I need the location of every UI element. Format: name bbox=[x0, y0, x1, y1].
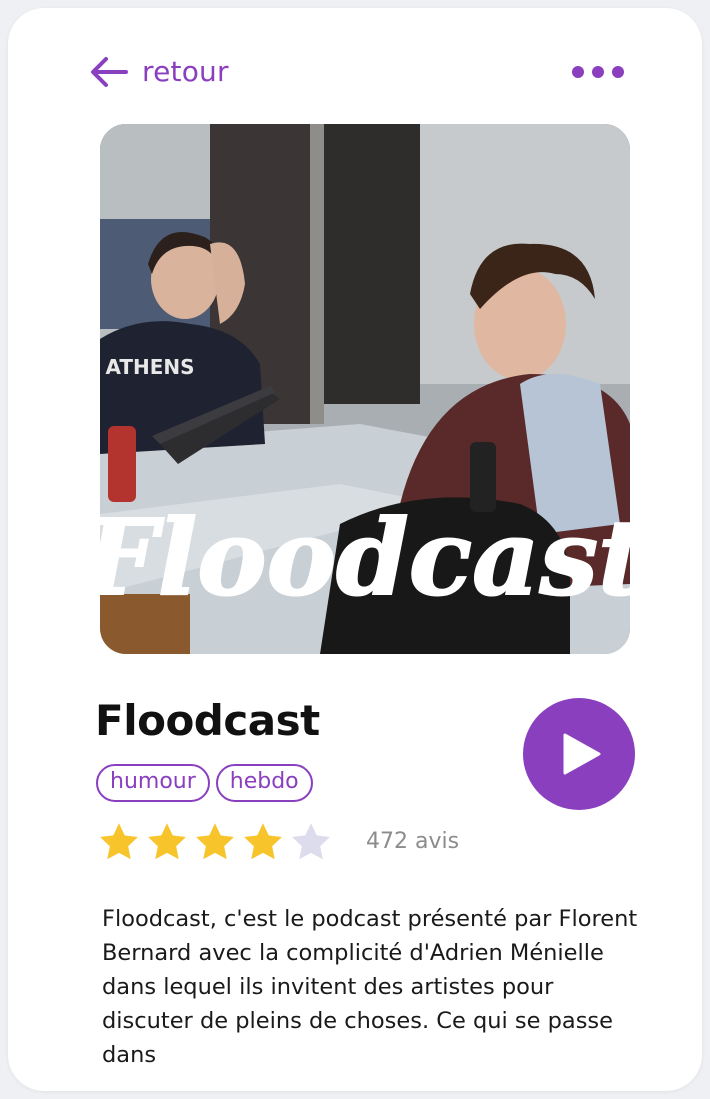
star-filled-icon bbox=[148, 823, 186, 860]
star-filled-icon bbox=[244, 823, 282, 860]
star-rating bbox=[96, 820, 334, 864]
cover-shirt-text: ATHENS bbox=[105, 355, 194, 379]
tag-list: humour hebdo bbox=[96, 764, 313, 802]
play-icon bbox=[563, 733, 601, 775]
play-button[interactable] bbox=[523, 698, 635, 810]
arrow-left-icon bbox=[91, 57, 128, 87]
rating: 472 avis bbox=[96, 820, 459, 864]
more-dots-icon bbox=[572, 66, 584, 78]
podcast-cover-image: Floodcast ATHENS bbox=[100, 124, 630, 654]
podcast-title: Floodcast bbox=[95, 696, 320, 745]
podcast-description: Floodcast, c'est le podcast présenté par… bbox=[102, 906, 638, 1068]
more-options-button[interactable] bbox=[572, 60, 624, 84]
back-label: retour bbox=[142, 55, 229, 88]
tag-humour[interactable]: humour bbox=[96, 764, 210, 802]
reviews-count: 472 avis bbox=[366, 829, 460, 854]
star-filled-icon bbox=[196, 823, 234, 860]
star-filled-icon bbox=[100, 823, 138, 860]
top-bar: retour bbox=[8, 8, 702, 138]
tag-hebdo[interactable]: hebdo bbox=[215, 764, 313, 802]
star-empty-icon bbox=[292, 823, 330, 860]
podcast-detail-card: retour Floodcast ATHENS Floodcast humour… bbox=[8, 8, 702, 1091]
cover-logo-text: Floodcast bbox=[100, 496, 630, 619]
back-button[interactable]: retour bbox=[88, 52, 229, 92]
